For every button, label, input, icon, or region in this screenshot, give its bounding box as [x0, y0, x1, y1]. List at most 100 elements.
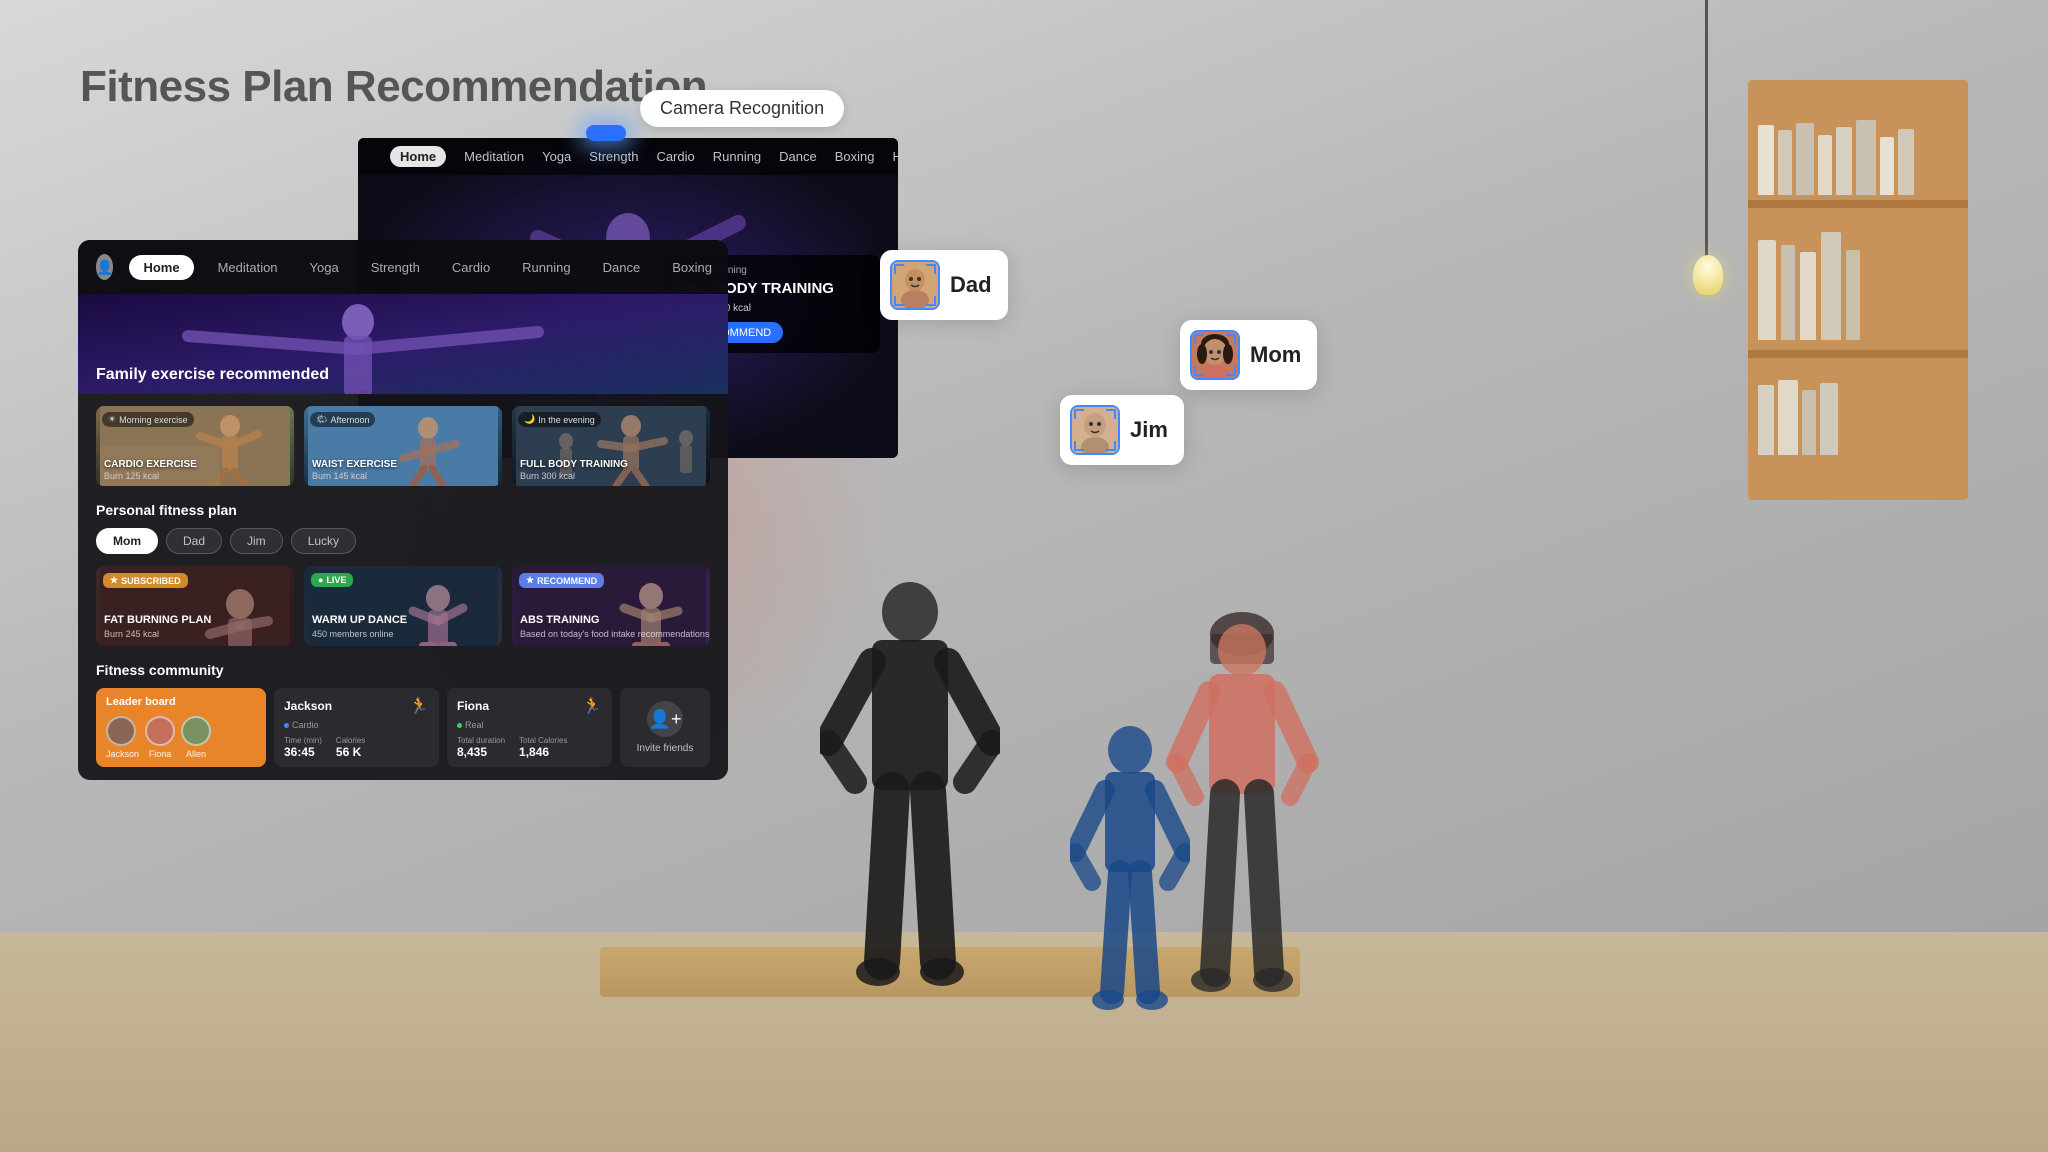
person-dad-silhouette	[820, 582, 1000, 1032]
fiona-card: Fiona 🏃 Real Total duration 8,435 Total …	[447, 688, 612, 767]
shelf	[1748, 200, 1968, 208]
book	[1781, 245, 1795, 340]
app-panel: 👤 Home Meditation Yoga Strength Cardio R…	[78, 240, 728, 780]
mom-avatar	[1190, 330, 1240, 380]
fat-burning-title: FAT BURNING PLAN	[104, 614, 211, 626]
evening-card-kcal: Burn 300 kcal	[520, 471, 575, 481]
plan-card-abs[interactable]: ★ RECOMMEND ABS TRAINING Based on today'…	[512, 566, 710, 646]
book	[1820, 383, 1838, 455]
tv-nav-yoga[interactable]: Yoga	[542, 149, 571, 164]
warmup-sub: 450 members online	[312, 629, 394, 639]
tab-jim[interactable]: Jim	[230, 528, 283, 554]
leaderboard-member-2: Fiona	[145, 716, 175, 759]
shelf	[1748, 350, 1968, 358]
tab-mom[interactable]: Mom	[96, 528, 158, 554]
mom-name: Mom	[1250, 342, 1301, 368]
book	[1778, 380, 1798, 455]
warmup-title: WARM UP DANCE	[312, 614, 407, 626]
leaderboard-member-1: Jackson	[106, 716, 139, 759]
book	[1758, 385, 1774, 455]
leaderboard-card: Leader board Jackson Fiona Allen	[96, 688, 266, 767]
morning-card-title: CARDIO EXERCISE	[104, 459, 197, 470]
jackson-card: Jackson 🏃 Cardio Time (min) 36:45 Calori…	[274, 688, 439, 767]
invite-icon: 👤+	[647, 701, 683, 737]
jackson-stat-cal: Calories 56 K	[336, 736, 365, 759]
jackson-category: Cardio	[284, 720, 429, 730]
tv-nav-meditation[interactable]: Meditation	[464, 149, 524, 164]
fiona-stat-duration: Total duration 8,435	[457, 736, 505, 759]
person-mom-silhouette	[1165, 612, 1320, 1032]
book	[1898, 129, 1914, 195]
community-row: Leader board Jackson Fiona Allen	[96, 688, 710, 767]
tv-nav-dance[interactable]: Dance	[779, 149, 817, 164]
tv-nav-boxing[interactable]: Boxing	[835, 149, 875, 164]
leaderboard-title: Leader board	[106, 696, 256, 708]
face-card-dad: Dad	[880, 250, 1008, 320]
tv-nav-strength[interactable]: Strength	[589, 149, 638, 164]
book	[1802, 390, 1816, 455]
camera-recognition-label: Camera Recognition	[640, 90, 844, 127]
jackson-sport-icon: 🏃	[409, 696, 429, 716]
fiona-sport-icon: 🏃	[582, 696, 602, 716]
hero-label: Family exercise recommended	[96, 366, 329, 384]
book	[1758, 125, 1774, 195]
tv-nav-home[interactable]: Home	[390, 146, 446, 167]
jackson-stats: Time (min) 36:45 Calories 56 K	[284, 736, 429, 759]
book	[1758, 240, 1776, 340]
abs-badge: ★ RECOMMEND	[519, 573, 604, 588]
evening-card-title: FULL BODY TRAINING	[520, 459, 628, 470]
nav-cardio[interactable]: Cardio	[444, 255, 498, 280]
exercise-card-evening[interactable]: 🌙 In the evening FULL BODY TRAINING Burn…	[512, 406, 710, 486]
tv-nav: Home Meditation Yoga Strength Cardio Run…	[358, 138, 898, 175]
member-tabs: Mom Dad Jim Lucky	[96, 528, 710, 554]
tab-dad[interactable]: Dad	[166, 528, 222, 554]
morning-time-badge: ☀ Morning exercise	[102, 412, 194, 427]
abs-title: ABS TRAINING	[520, 614, 599, 626]
nav-yoga[interactable]: Yoga	[302, 255, 347, 280]
plan-card-fat-burning[interactable]: ★ SUBSCRIBED FAT BURNING PLAN Burn 245 k…	[96, 566, 294, 646]
book	[1846, 250, 1860, 340]
plan-cards-row: ★ SUBSCRIBED FAT BURNING PLAN Burn 245 k…	[96, 566, 710, 646]
nav-boxing[interactable]: Boxing	[664, 255, 720, 280]
warmup-badge: ● LIVE	[311, 573, 353, 587]
exercise-cards-row: ☀ Morning exercise CARDIO EXERCISE Burn …	[96, 406, 710, 486]
book	[1800, 252, 1816, 340]
tv-nav-cardio[interactable]: Cardio	[656, 149, 694, 164]
plan-card-warmup[interactable]: ● LIVE WARM UP DANCE 450 members online	[304, 566, 502, 646]
nav-strength[interactable]: Strength	[363, 255, 428, 280]
bookshelf	[1748, 80, 1968, 500]
fat-burning-badge: ★ SUBSCRIBED	[103, 573, 188, 588]
dad-avatar	[890, 260, 940, 310]
leaderboard-avatars: Jackson Fiona Allen	[106, 716, 256, 759]
content-area: ☀ Morning exercise CARDIO EXERCISE Burn …	[78, 394, 728, 780]
afternoon-card-title: WAIST EXERCISE	[312, 459, 397, 470]
book	[1856, 120, 1876, 195]
exercise-card-morning[interactable]: ☀ Morning exercise CARDIO EXERCISE Burn …	[96, 406, 294, 486]
book	[1796, 123, 1814, 195]
book	[1821, 232, 1841, 340]
invite-card[interactable]: 👤+ Invite friends	[620, 688, 710, 767]
book	[1880, 137, 1894, 195]
nav-home[interactable]: Home	[129, 255, 193, 280]
page-title: Fitness Plan Recommendation	[80, 62, 707, 112]
face-card-mom: Mom	[1180, 320, 1317, 390]
leaderboard-member-3: Allen	[181, 716, 211, 759]
dad-name: Dad	[950, 272, 992, 298]
abs-sub: Based on today's food intake recommendat…	[520, 629, 709, 639]
app-nav: 👤 Home Meditation Yoga Strength Cardio R…	[78, 240, 728, 294]
lamp-wire	[1705, 0, 1708, 260]
exercise-card-afternoon[interactable]: 🌤 Afternoon WAIST EXERCISE Burn 145 kcal	[304, 406, 502, 486]
nav-running[interactable]: Running	[514, 255, 578, 280]
nav-meditation[interactable]: Meditation	[210, 255, 286, 280]
tv-nav-hiit[interactable]: HIIT	[893, 149, 899, 164]
camera-dot	[586, 125, 626, 141]
book	[1818, 135, 1832, 195]
invite-label: Invite friends	[637, 743, 694, 754]
nav-dance[interactable]: Dance	[595, 255, 649, 280]
afternoon-time-badge: 🌤 Afternoon	[310, 412, 375, 427]
face-card-jim: Jim	[1060, 395, 1184, 465]
lamp-bulb	[1693, 255, 1723, 295]
tv-nav-running[interactable]: Running	[713, 149, 761, 164]
tab-lucky[interactable]: Lucky	[291, 528, 356, 554]
fiona-stats: Total duration 8,435 Total Calories 1,84…	[457, 736, 602, 759]
